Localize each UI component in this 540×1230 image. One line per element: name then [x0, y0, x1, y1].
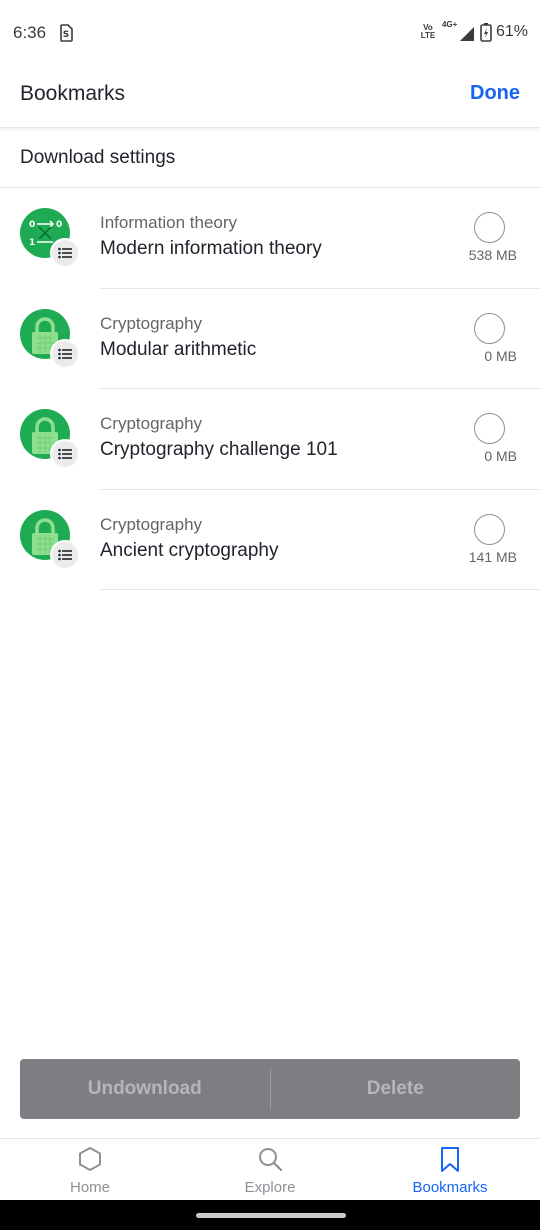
- list-item[interactable]: Cryptography Cryptography challenge 101 …: [0, 389, 540, 490]
- download-settings-row[interactable]: Download settings: [0, 128, 540, 188]
- status-indicators: Vo LTE 4G+ 61%: [418, 20, 528, 42]
- search-icon: [259, 1148, 283, 1172]
- divider: [100, 589, 540, 590]
- course-icon: [20, 409, 80, 469]
- svg-text:0: 0: [29, 220, 35, 230]
- course-icon: [20, 308, 80, 369]
- course-icon: 0 1 0: [20, 208, 80, 268]
- item-size: 0 MB: [484, 347, 517, 364]
- page-title: Bookmarks: [20, 82, 126, 105]
- playlist-badge-icon: [50, 238, 80, 268]
- sim-icon: S: [60, 24, 73, 42]
- tab-home[interactable]: Home: [0, 1139, 180, 1200]
- bookmark-list: 0 1 0 Information theory Modern informat…: [0, 188, 540, 590]
- select-checkbox[interactable]: [474, 513, 505, 545]
- item-subject: Cryptography: [100, 414, 203, 433]
- bookmark-icon: [441, 1147, 459, 1172]
- battery-percent: 61%: [495, 23, 528, 40]
- done-button[interactable]: Done: [470, 82, 520, 105]
- item-subject: Cryptography: [100, 313, 203, 333]
- playlist-badge-icon: [50, 439, 80, 469]
- tab-bookmarks[interactable]: Bookmarks: [360, 1139, 540, 1200]
- bottom-tab-bar: Home Explore Bookmarks: [0, 1138, 540, 1200]
- item-size: 141 MB: [468, 548, 517, 565]
- app-header: Bookmarks Done: [0, 66, 540, 128]
- item-subject: Cryptography: [100, 514, 203, 534]
- select-checkbox[interactable]: [474, 212, 505, 243]
- system-nav-bar: [0, 1200, 540, 1230]
- course-icon: [20, 509, 80, 570]
- undownload-button[interactable]: Undownload: [20, 1059, 270, 1119]
- hexagon-icon: [79, 1147, 101, 1171]
- item-size: 0 MB: [484, 448, 517, 464]
- select-checkbox[interactable]: [474, 312, 505, 344]
- svg-text:0: 0: [56, 220, 62, 230]
- item-title: Modular arithmetic: [100, 338, 257, 360]
- svg-text:1: 1: [29, 238, 35, 248]
- tab-explore[interactable]: Explore: [180, 1139, 360, 1200]
- playlist-badge-icon: [50, 338, 80, 369]
- status-bar: 6:36 S Vo LTE 4G+ 61%: [0, 0, 540, 66]
- bulk-action-bar: Undownload Delete: [20, 1059, 520, 1119]
- download-settings-label: Download settings: [20, 147, 176, 168]
- tab-home-label: Home: [69, 1179, 110, 1196]
- battery-icon: [480, 23, 492, 42]
- svg-text:S: S: [63, 30, 69, 40]
- home-gesture-handle[interactable]: [196, 1213, 346, 1218]
- volte-indicator: Vo LTE: [420, 23, 436, 40]
- tab-explore-label: Explore: [244, 1179, 296, 1196]
- tab-bookmarks-label: Bookmarks: [412, 1179, 488, 1196]
- signal-icon: 4G+: [442, 20, 476, 42]
- playlist-badge-icon: [50, 539, 80, 570]
- list-item[interactable]: Cryptography Modular arithmetic 0 MB: [0, 289, 540, 389]
- item-subject: Information theory: [100, 213, 238, 232]
- item-title: Ancient cryptography: [100, 539, 279, 561]
- select-checkbox[interactable]: [474, 413, 505, 444]
- list-item[interactable]: Cryptography Ancient cryptography 141 MB: [0, 490, 540, 590]
- item-title: Cryptography challenge 101: [100, 439, 338, 460]
- status-time: 6:36: [13, 23, 47, 42]
- item-size: 538 MB: [468, 247, 517, 263]
- item-title: Modern information theory: [100, 238, 322, 259]
- delete-button[interactable]: Delete: [271, 1059, 521, 1119]
- list-item[interactable]: 0 1 0 Information theory Modern informat…: [0, 188, 540, 289]
